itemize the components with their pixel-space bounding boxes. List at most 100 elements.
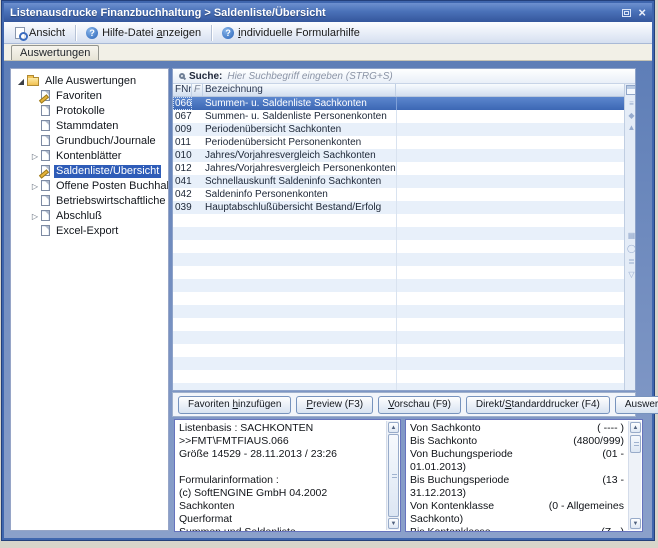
info-line: (c) SoftENGINE GmbH 04.2002 <box>179 487 383 500</box>
table-row[interactable]: 067Summen- u. Saldenliste Personenkonten <box>173 110 624 123</box>
tree-item-label: Abschluß <box>54 210 104 223</box>
cell-empty <box>396 253 624 266</box>
search-bar[interactable]: Suche: Hier Suchbegriff eingeben (STRG+S… <box>173 69 635 84</box>
document-icon <box>41 195 50 209</box>
filter-icon[interactable]: ▽ <box>625 270 635 280</box>
tree-item-grundbuch-journale[interactable]: Grundbuch/Journale <box>11 134 168 149</box>
cell-f <box>192 344 203 357</box>
tree-item-saldenliste-übersicht[interactable]: Saldenliste/Übersicht <box>11 164 168 179</box>
cell-empty <box>396 149 624 162</box>
tree-item-label: Stammdaten <box>54 120 120 133</box>
tree-item-kontenblätter[interactable]: ▷Kontenblätter <box>11 149 168 164</box>
search-icon <box>179 73 185 79</box>
table-row[interactable]: 039Hauptabschlußübersicht Bestand/Erfolg <box>173 201 624 214</box>
table-empty-row <box>173 344 624 357</box>
table-row[interactable]: 066Summen- u. Saldenliste Sachkonten <box>173 97 624 110</box>
scroll-top-icon[interactable]: ▲ <box>625 123 635 133</box>
column-header-empty[interactable] <box>396 84 624 96</box>
details-icon[interactable]: ≣ <box>625 257 635 267</box>
cell-empty <box>396 162 624 175</box>
tree-item-offene-posten-buchhaltung[interactable]: ▷ Offene Posten Buchhaltung <box>11 179 168 194</box>
column-header-bezeichnung[interactable]: Bezeichnung <box>203 84 396 96</box>
action-button-5[interactable]: Auswertung drucken <box>615 396 658 414</box>
window-title: Listenausdrucke Finanzbuchhaltung > Sald… <box>10 7 326 19</box>
scroll-down-icon[interactable]: ▼ <box>630 518 641 529</box>
cell-bezeichnung <box>203 357 396 370</box>
table-row[interactable]: 011Periodenübersicht Personenkonten <box>173 136 624 149</box>
close-icon[interactable]: × <box>638 7 646 18</box>
cell-bezeichnung: Hauptabschlußübersicht Bestand/Erfolg <box>203 201 396 214</box>
cell-bezeichnung: Periodenübersicht Personenkonten <box>203 136 396 149</box>
cell-empty <box>396 227 624 240</box>
form-info-scrollbar[interactable]: ▲ ▼ <box>386 421 399 530</box>
tree-item-favoriten[interactable]: Favoriten <box>11 89 168 104</box>
table-empty-row <box>173 253 624 266</box>
table-row[interactable]: 009Periodenübersicht Sachkonten <box>173 123 624 136</box>
parameter-value: (01 - <box>602 448 625 461</box>
tree-item-label: Offene Posten Buchhaltung <box>54 180 169 193</box>
grid-view-icon[interactable]: ▦ <box>625 231 635 241</box>
column-header-fnr[interactable]: FNr <box>173 84 192 96</box>
search-input[interactable]: Hier Suchbegriff eingeben (STRG+S) <box>227 71 392 82</box>
scroll-down-icon[interactable]: ▼ <box>388 518 399 529</box>
scroll-up-icon[interactable]: ▲ <box>388 422 399 433</box>
tab-strip: Auswertungen <box>4 44 652 61</box>
parameter-value <box>624 461 625 474</box>
window-restore-icon[interactable] <box>622 9 631 17</box>
cell-f <box>192 253 203 266</box>
search-label: Suche: <box>189 71 222 82</box>
table-header: FNr F Bezeichnung <box>173 84 624 97</box>
tab-auswertungen[interactable]: Auswertungen <box>11 45 99 60</box>
action-button-4[interactable]: Direkt/Standarddrucker (F4) <box>466 396 610 414</box>
table-empty-row <box>173 240 624 253</box>
scrollbar-thumb[interactable] <box>388 434 399 517</box>
title-bar: Listenausdrucke Finanzbuchhaltung > Sald… <box>4 3 652 22</box>
table-row[interactable]: 010Jahres/Vorjahresvergleich Sachkonten <box>173 149 624 162</box>
parameter-value: (Z - ) <box>601 526 625 532</box>
cell-bezeichnung <box>203 370 396 383</box>
zoom-icon[interactable]: ◯ <box>625 244 635 254</box>
action-button-3[interactable]: Vorschau (F9) <box>378 396 461 414</box>
tree-item-betriebswirtschaftliche-auswertungen[interactable]: Betriebswirtschaftliche Auswertungen <box>11 194 168 209</box>
tree-expander-icon[interactable]: ◢ <box>15 77 27 86</box>
cell-fnr: 012 <box>173 162 192 175</box>
tree-item-label: Protokolle <box>54 105 107 118</box>
parameter-line: Von Kontenklasse(0 - Allgemeines <box>410 500 625 513</box>
toolbar-button-2[interactable]: ?Hilfe-Datei anzeigen <box>79 24 208 42</box>
tree-expander-icon[interactable]: ▷ <box>29 152 41 161</box>
cell-bezeichnung <box>203 305 396 318</box>
sort-ascending-icon[interactable]: ≡ <box>625 99 635 109</box>
toolbar-button-3[interactable]: ?individuelle Formularhilfe <box>215 24 367 42</box>
cell-empty <box>396 136 624 149</box>
table-row[interactable]: 041Schnellauskunft Saldeninfo Sachkonten <box>173 175 624 188</box>
tree-item-alle-auswertungen[interactable]: ◢ Alle Auswertungen <box>11 74 168 89</box>
tree-item-abschluß[interactable]: ▷ Abschluß <box>11 209 168 224</box>
scroll-up-icon[interactable]: ▲ <box>630 422 641 433</box>
cell-f <box>192 318 203 331</box>
parameter-line: Bis Sachkonto(4800/999) <box>410 435 625 448</box>
toolbar-button-1[interactable]: Ansicht <box>8 24 72 42</box>
action-button-2[interactable]: Preview (F3) <box>296 396 373 414</box>
cell-bezeichnung: Jahres/Vorjahresvergleich Sachkonten <box>203 149 396 162</box>
column-header-f[interactable]: F <box>192 84 203 96</box>
tree-item-stammdaten[interactable]: Stammdaten <box>11 119 168 134</box>
parameters-scrollbar[interactable]: ▲ ▼ <box>628 421 641 530</box>
tree-expander-icon[interactable]: ▷ <box>29 212 41 221</box>
column-chooser-icon[interactable] <box>626 85 635 95</box>
tree-item-protokolle[interactable]: Protokolle <box>11 104 168 119</box>
document-icon <box>41 210 50 224</box>
cell-empty <box>396 266 624 279</box>
info-line: Formularinformation : <box>179 474 383 487</box>
action-button-1[interactable]: Favoriten hinzufügen <box>178 396 291 414</box>
tree-expander-icon[interactable]: ▷ <box>29 182 41 191</box>
move-icon[interactable]: ◆ <box>625 111 635 121</box>
cell-bezeichnung <box>203 344 396 357</box>
tree-item-excel-export[interactable]: Excel-Export <box>11 224 168 239</box>
tree-item-label: Alle Auswertungen <box>43 75 138 88</box>
cell-f <box>192 240 203 253</box>
document-icon <box>41 165 50 179</box>
table-row[interactable]: 012Jahres/Vorjahresvergleich Personenkon… <box>173 162 624 175</box>
table-row[interactable]: 042Saldeninfo Personenkonten <box>173 188 624 201</box>
scrollbar-thumb[interactable] <box>630 435 641 453</box>
cell-fnr <box>173 240 192 253</box>
